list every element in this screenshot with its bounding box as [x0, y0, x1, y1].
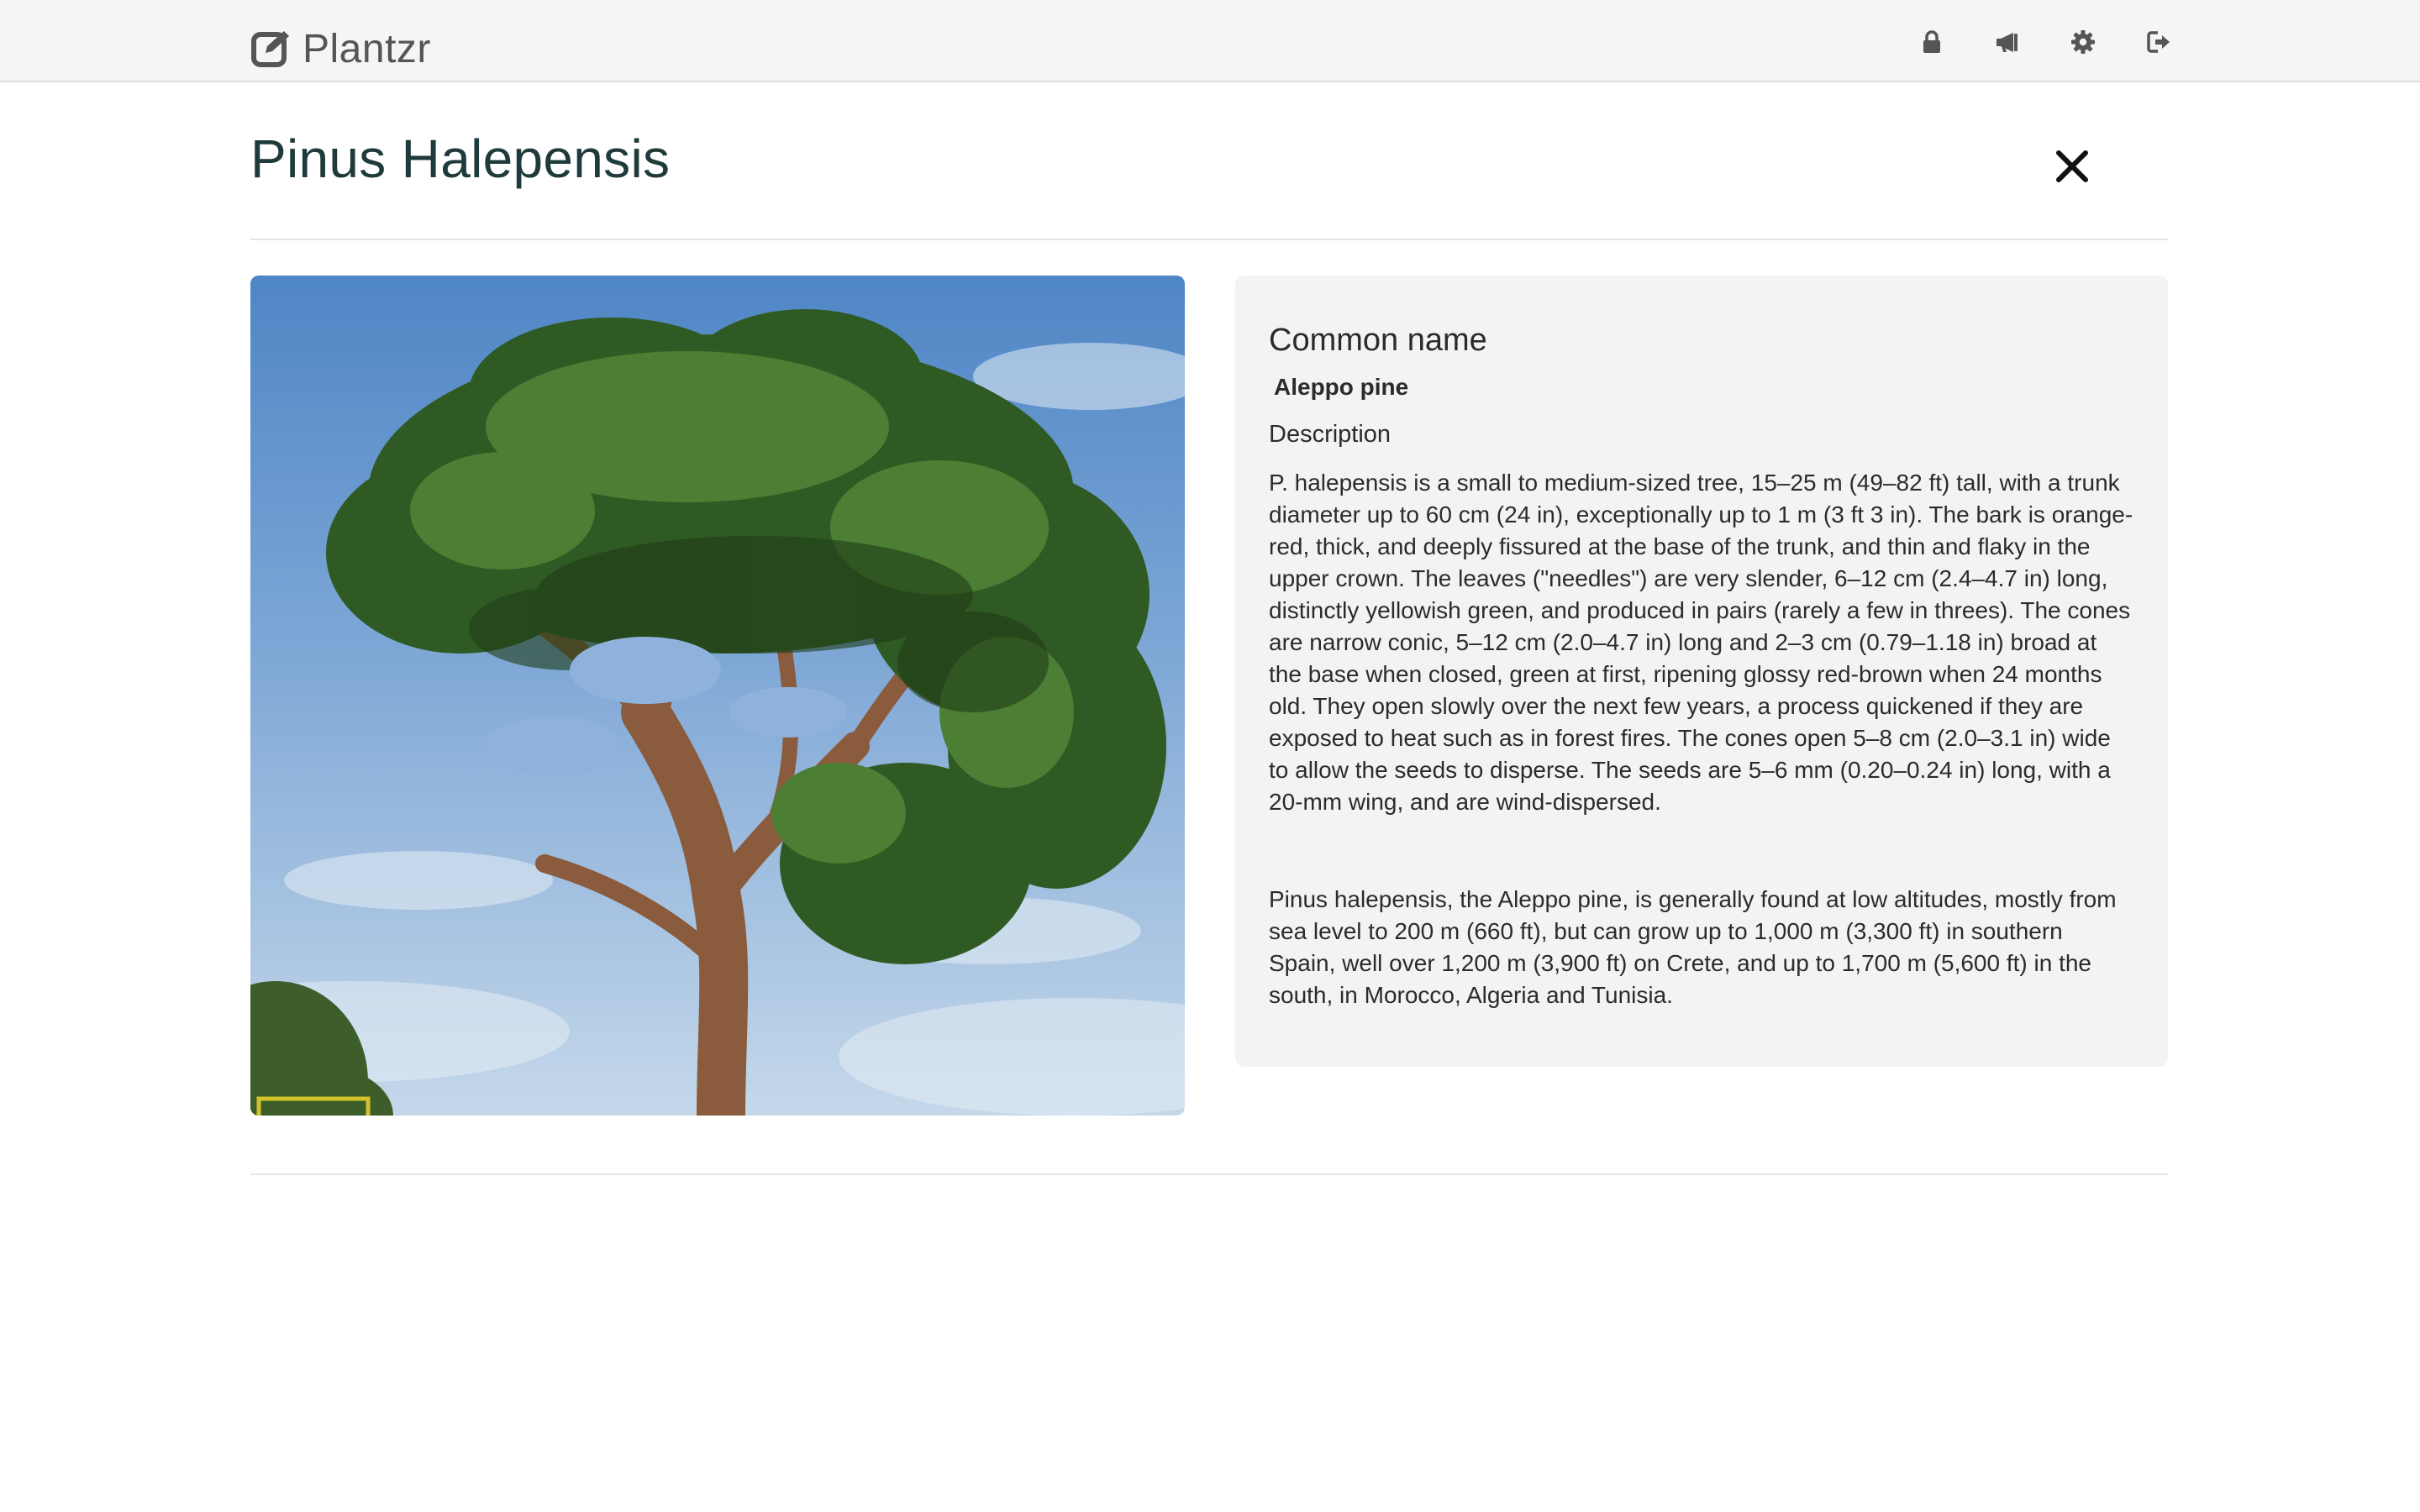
brand-name: Plantzr [302, 26, 431, 71]
navbar: Plantzr [0, 0, 2420, 82]
common-name-heading: Common name [1269, 323, 1487, 358]
description-paragraph-2: Pinus halepensis, the Aleppo pine, is ge… [1269, 886, 2117, 1008]
nav-icon-bar [1919, 25, 2171, 59]
close-icon [2056, 150, 2088, 182]
lock-icon[interactable] [1919, 29, 1944, 55]
plant-info-panel: Common name Aleppo pine Description P. h… [1235, 276, 2168, 1067]
close-button[interactable] [2054, 148, 2091, 185]
common-name-value: Aleppo pine [1274, 374, 1409, 400]
megaphone-icon[interactable] [1995, 29, 2020, 55]
brand-link[interactable]: Plantzr [250, 25, 431, 72]
gear-icon[interactable] [2070, 29, 2096, 55]
description-paragraph-1: P. halepensis is a small to medium-sized… [1269, 470, 2133, 815]
divider-top [250, 239, 2168, 240]
page-title: Pinus Halepensis [250, 129, 671, 189]
divider-bottom [250, 1173, 2168, 1175]
edit-icon [250, 28, 292, 70]
plant-photo [250, 276, 1185, 1116]
description-label: Description [1269, 421, 1392, 448]
sign-out-icon[interactable] [2146, 29, 2171, 55]
